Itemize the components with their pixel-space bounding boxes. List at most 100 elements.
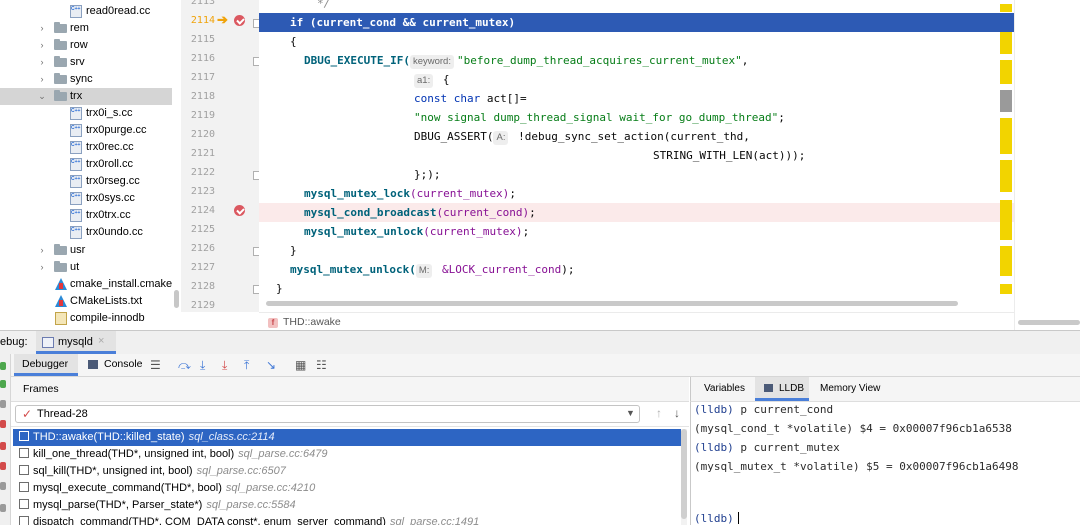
folder-icon — [54, 261, 67, 272]
side-panel-scrollbar[interactable] — [1018, 320, 1080, 325]
frame-icon — [19, 431, 29, 441]
frame-row[interactable]: mysql_execute_command(THD*, bool) sql_par… — [13, 480, 681, 497]
rerun-icon[interactable] — [0, 362, 6, 370]
tree-item-srv[interactable]: › srv — [0, 54, 172, 71]
tree-item-trx0roll[interactable]: trx0roll.cc — [0, 154, 172, 173]
tree-scrollbar[interactable] — [174, 290, 179, 308]
chevron-right-icon[interactable]: › — [37, 54, 47, 71]
resume-icon[interactable] — [0, 380, 6, 388]
code-line-breakpoint: mysql_cond_broadcast(current_cond); — [259, 203, 1014, 222]
chevron-right-icon[interactable]: › — [37, 259, 47, 276]
arrow-down-icon[interactable]: ↓ — [674, 406, 680, 420]
frames-list: THD::awake(THD::killed_state) sql_class.c… — [11, 427, 681, 525]
chevron-right-icon[interactable]: › — [37, 20, 47, 37]
error-stripe-marker[interactable] — [1000, 90, 1012, 112]
side-panel — [1014, 0, 1080, 330]
folder-icon — [54, 56, 67, 67]
tab-variables[interactable]: Variables — [704, 383, 745, 394]
step-out-icon[interactable]: ⤒ — [244, 358, 249, 373]
cpp-file-icon — [70, 205, 82, 222]
chevron-right-icon[interactable]: › — [37, 37, 47, 54]
debug-actions-strip — [0, 354, 11, 525]
console-icon — [764, 384, 773, 392]
pin-icon[interactable] — [0, 504, 6, 512]
code-line: mysql_mutex_unlock(M: &LOCK_current_cond… — [290, 263, 575, 278]
project-tree: read0read.cc › rem › row › srv › sync ⌄ … — [0, 0, 181, 330]
menu-icon[interactable]: ☰ — [150, 358, 161, 372]
run-to-cursor-icon[interactable]: ↘ — [266, 358, 276, 372]
lldb-input-line[interactable]: (lldb) — [694, 512, 739, 525]
breakpoint-icon[interactable] — [234, 15, 245, 26]
line-number: 2116 — [190, 53, 215, 64]
chevron-right-icon[interactable]: › — [37, 71, 47, 88]
error-stripe-marker[interactable] — [1000, 118, 1012, 154]
tree-item-compile-innodb[interactable]: compile-innodb — [0, 310, 172, 327]
line-number: 2120 — [190, 129, 215, 140]
frame-row[interactable]: THD::awake(THD::killed_state) sql_class.c… — [13, 429, 681, 446]
frames-scrollbar[interactable] — [681, 429, 687, 525]
tree-item-trx0rseg[interactable]: trx0rseg.cc — [0, 171, 172, 190]
frame-icon — [19, 465, 29, 475]
mute-breakpoints-icon[interactable] — [0, 462, 6, 470]
stop-icon[interactable] — [0, 420, 6, 428]
cmake-icon — [55, 295, 67, 307]
tree-item-ut[interactable]: › ut — [0, 259, 172, 276]
debug-label: ebug: — [0, 336, 28, 348]
tree-item-trx0purge[interactable]: trx0purge.cc — [0, 120, 172, 139]
error-stripe-marker[interactable] — [1000, 20, 1012, 25]
tab-memory-view[interactable]: Memory View — [820, 383, 880, 394]
tree-item-read0read[interactable]: read0read.cc — [0, 1, 172, 20]
editor-gutter[interactable]: 2113 2114 ➔ 2115 2116 2117 2118 2119 212… — [181, 0, 262, 312]
error-stripe-marker[interactable] — [1000, 246, 1012, 276]
pause-icon[interactable] — [0, 400, 6, 408]
tree-item-usr[interactable]: › usr — [0, 242, 172, 259]
settings-icon[interactable] — [0, 482, 6, 490]
show-execution-point-icon[interactable]: ⤼ — [178, 358, 191, 373]
error-stripe-marker[interactable] — [1000, 60, 1012, 84]
tab-console[interactable]: Console — [104, 358, 143, 370]
error-stripe-marker[interactable] — [1000, 4, 1012, 12]
editor-horizontal-scrollbar[interactable] — [266, 301, 958, 306]
tree-item-cmake-install[interactable]: cmake_install.cmake — [0, 276, 172, 293]
view-breakpoints-icon[interactable] — [0, 442, 6, 450]
tree-item-row[interactable]: › row — [0, 37, 172, 54]
code-editor[interactable]: */ if (current_cond && current_mutex) { … — [259, 0, 1014, 312]
tree-item-trx[interactable]: ⌄ trx — [0, 88, 172, 105]
tab-debugger[interactable]: Debugger — [14, 354, 78, 376]
frame-row[interactable]: dispatch_command(THD*, COM_DATA const*, … — [13, 514, 681, 525]
tree-item-trx0trx[interactable]: trx0trx.cc — [0, 205, 172, 224]
tree-item-trx0i_s[interactable]: trx0i_s.cc — [0, 103, 172, 122]
breadcrumb[interactable]: f THD::awake — [259, 312, 1014, 331]
breakpoint-icon[interactable] — [234, 205, 245, 216]
layout-icon[interactable]: ☷ — [316, 358, 327, 372]
tree-item-trx0rec[interactable]: trx0rec.cc — [0, 137, 172, 156]
error-stripe-marker[interactable] — [1000, 200, 1012, 240]
step-into-icon[interactable]: ⤓ — [222, 358, 227, 373]
line-number: 2119 — [190, 110, 215, 121]
evaluate-expression-icon[interactable]: ▦ — [295, 358, 306, 372]
arrow-up-icon[interactable]: ↑ — [656, 406, 662, 420]
tree-item-rem[interactable]: › rem — [0, 20, 172, 37]
error-stripe-marker[interactable] — [1000, 32, 1012, 54]
lldb-console[interactable]: (lldb) p current_cond (mysql_cond_t *vol… — [690, 402, 1080, 525]
tree-item-cmakelists[interactable]: CMakeLists.txt — [0, 293, 172, 310]
frame-icon — [19, 499, 29, 509]
error-stripe-marker[interactable] — [1000, 160, 1012, 192]
line-number: 2122 — [190, 167, 215, 178]
breadcrumb-item[interactable]: THD::awake — [283, 316, 341, 328]
chevron-down-icon[interactable]: ⌄ — [37, 88, 47, 105]
frame-row[interactable]: kill_one_thread(THD*, unsigned int, bool… — [13, 446, 681, 463]
thread-select[interactable]: ✓ Thread-28 ▼ — [15, 405, 640, 423]
chevron-right-icon[interactable]: › — [37, 242, 47, 259]
frame-row[interactable]: sql_kill(THD*, unsigned int, bool) sql_pa… — [13, 463, 681, 480]
tree-item-trx0sys[interactable]: trx0sys.cc — [0, 188, 172, 207]
step-over-icon[interactable]: ⤓ — [200, 358, 205, 373]
tab-mysqld[interactable]: mysqld × — [36, 331, 116, 354]
tree-item-sync[interactable]: › sync — [0, 71, 172, 88]
frame-row[interactable]: mysql_parse(THD*, Parser_state*) sql_pars… — [13, 497, 681, 514]
parameter-hint: keyword: — [409, 55, 454, 69]
error-stripe-marker[interactable] — [1000, 284, 1012, 294]
tab-lldb[interactable]: LLDB — [755, 377, 809, 401]
close-icon[interactable]: × — [98, 335, 104, 347]
tree-item-trx0undo[interactable]: trx0undo.cc — [0, 222, 172, 241]
